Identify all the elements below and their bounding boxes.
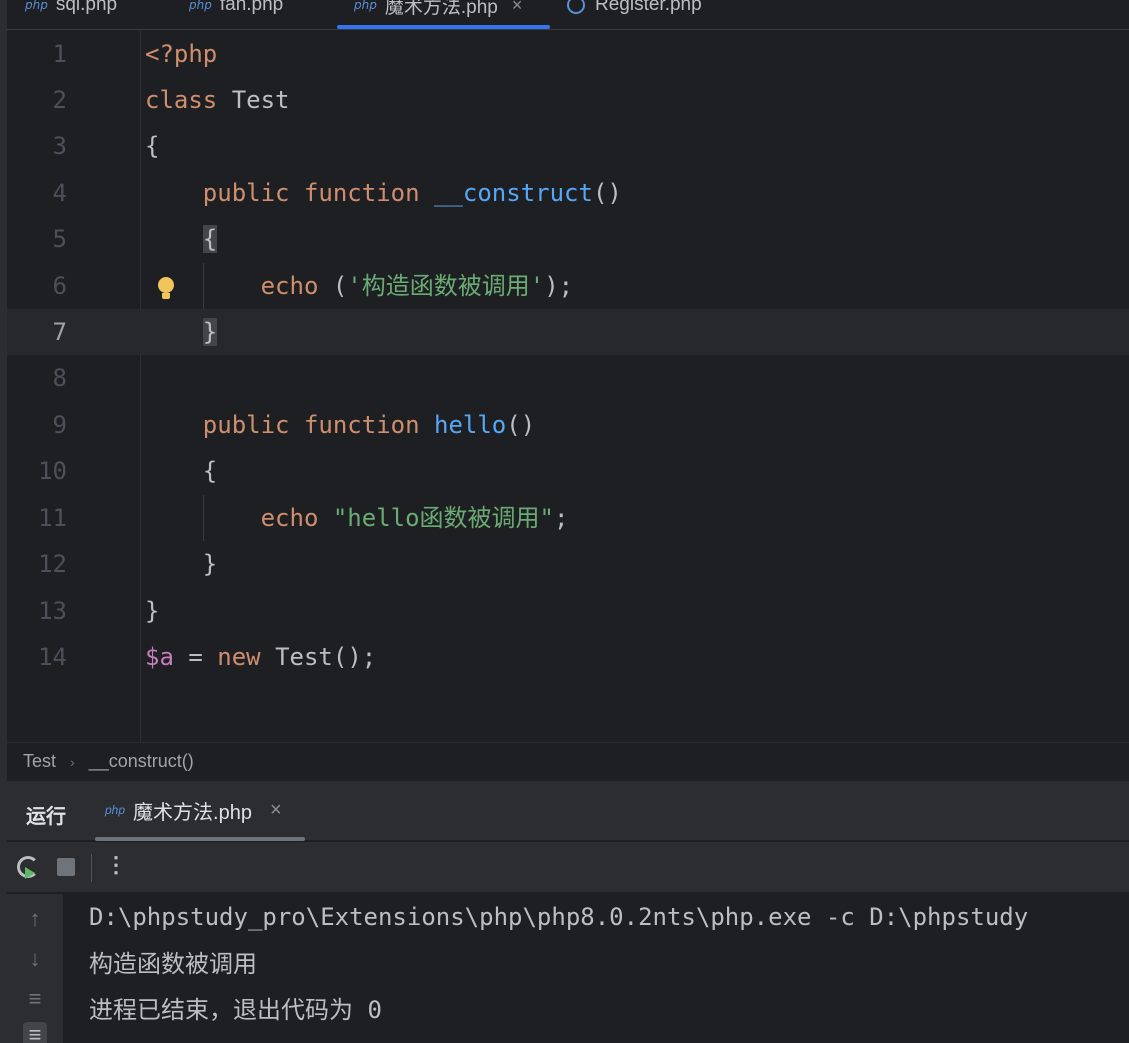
arrow-up-icon[interactable]: ↑ — [23, 906, 47, 932]
code-text: } — [202, 550, 218, 578]
code-text: } — [145, 597, 160, 625]
matched-brace: } — [202, 318, 218, 346]
code-text: { — [145, 216, 218, 262]
more-options-icon[interactable]: ⋮ — [105, 852, 127, 878]
php-file-icon: php — [189, 0, 212, 12]
code-text: { — [145, 132, 160, 160]
code-text: <?php — [145, 40, 218, 68]
code-text: { — [202, 457, 218, 485]
chevron-right-icon: › — [70, 753, 75, 770]
close-icon[interactable]: × — [512, 0, 523, 16]
tab-fan-php[interactable]: php fan.php — [189, 0, 283, 20]
php-file-icon: php — [105, 803, 126, 817]
line-number: 1 — [52, 40, 67, 68]
line-number: 10 — [38, 457, 67, 485]
code-text: echo "hello函数被调用"; — [260, 504, 569, 532]
rerun-play-icon — [25, 867, 35, 879]
console-line: D:\phpstudy_pro\Extensions\php\php8.0.2n… — [89, 903, 1029, 931]
line-number: 3 — [52, 132, 67, 160]
indent-guide — [203, 263, 204, 309]
close-icon[interactable]: × — [270, 799, 282, 822]
code-line: 3 { — [7, 123, 1129, 169]
breadcrumb-item-method[interactable]: __construct() — [89, 751, 194, 772]
arrow-down-icon[interactable]: ↓ — [23, 946, 47, 972]
code-line: 6 echo ('构造函数被调用'); — [7, 263, 1129, 309]
code-text: } — [145, 309, 218, 355]
code-text: public function __construct() — [202, 179, 622, 207]
line-number: 2 — [52, 86, 67, 114]
console-side-toolbar: ↑ ↓ ≡ ≡ — [7, 894, 63, 1043]
line-number: 13 — [38, 597, 67, 625]
tab-magic-methods-php[interactable]: php 魔术方法.php × — [354, 0, 522, 20]
tab-label: fan.php — [219, 0, 284, 15]
run-tab-label: 魔术方法.php — [133, 801, 252, 824]
run-config-tab[interactable]: php 魔术方法.php × — [105, 795, 282, 825]
active-tab-indicator — [337, 25, 550, 29]
line-number: 5 — [52, 225, 67, 253]
left-edge-strip — [0, 0, 7, 1043]
code-line: 11 echo "hello函数被调用"; — [7, 495, 1129, 541]
run-toolbar: ⋮ — [7, 842, 1129, 893]
line-number: 8 — [52, 364, 67, 392]
tab-register-php[interactable]: Register.php — [567, 0, 702, 20]
breadcrumb: Test › __construct() — [7, 742, 1129, 780]
indent-guide — [203, 495, 204, 541]
php-file-icon: php — [354, 0, 377, 12]
code-line: 8 — [7, 355, 1129, 401]
code-line: 12 } — [7, 541, 1129, 587]
run-tab-indicator — [95, 837, 305, 841]
code-line-current: 7 } — [7, 309, 1129, 355]
line-number: 12 — [38, 550, 67, 578]
tab-label: sql.php — [55, 0, 118, 15]
line-number: 6 — [52, 272, 67, 300]
line-number: 9 — [52, 411, 67, 439]
console-line: 构造函数被调用 — [89, 950, 257, 978]
tab-sql-php[interactable]: php sql.php — [25, 0, 117, 20]
line-number: 4 — [52, 179, 67, 207]
code-line: 1 <?php — [7, 31, 1129, 77]
line-number: 14 — [38, 643, 67, 671]
scroll-to-end-icon[interactable]: ≡ — [23, 1022, 47, 1043]
stop-icon[interactable] — [57, 858, 75, 876]
code-text: $a = new Test(); — [145, 643, 377, 671]
code-line: 13 } — [7, 588, 1129, 634]
code-line: 4 public function __construct() — [7, 170, 1129, 216]
line-number: 7 — [52, 318, 67, 346]
lightbulb-icon[interactable] — [157, 277, 175, 303]
editor-tab-bar: php sql.php php fan.php php 魔术方法.php × R… — [7, 0, 1129, 30]
code-line: 5 { — [7, 216, 1129, 262]
code-text: echo ('构造函数被调用'); — [260, 272, 574, 300]
console-output[interactable]: D:\phpstudy_pro\Extensions\php\php8.0.2n… — [63, 894, 1129, 1043]
class-file-icon — [567, 0, 585, 14]
run-panel-title: 运行 — [26, 806, 66, 828]
code-text: public function hello() — [202, 411, 536, 439]
code-editor[interactable]: 1 <?php 2 class Test 3 { 4 public functi… — [7, 31, 1129, 742]
console-line: 进程已结束，退出代码为 0 — [89, 996, 382, 1024]
matched-brace: { — [202, 225, 218, 253]
code-line: 14 $a = new Test(); — [7, 634, 1129, 680]
code-line: 2 class Test — [7, 77, 1129, 123]
soft-wrap-icon[interactable]: ≡ — [23, 986, 47, 1012]
line-number: 11 — [38, 504, 67, 532]
php-file-icon: php — [25, 0, 48, 12]
run-tool-window-header: 运行 php 魔术方法.php × — [7, 780, 1129, 841]
code-text: class Test — [145, 86, 290, 114]
breadcrumb-item-class[interactable]: Test — [23, 751, 56, 772]
toolbar-divider — [91, 854, 92, 882]
tab-label: 魔术方法.php — [384, 0, 498, 18]
code-line: 9 public function hello() — [7, 402, 1129, 448]
code-line: 10 { — [7, 448, 1129, 494]
tab-label: Register.php — [595, 0, 702, 15]
